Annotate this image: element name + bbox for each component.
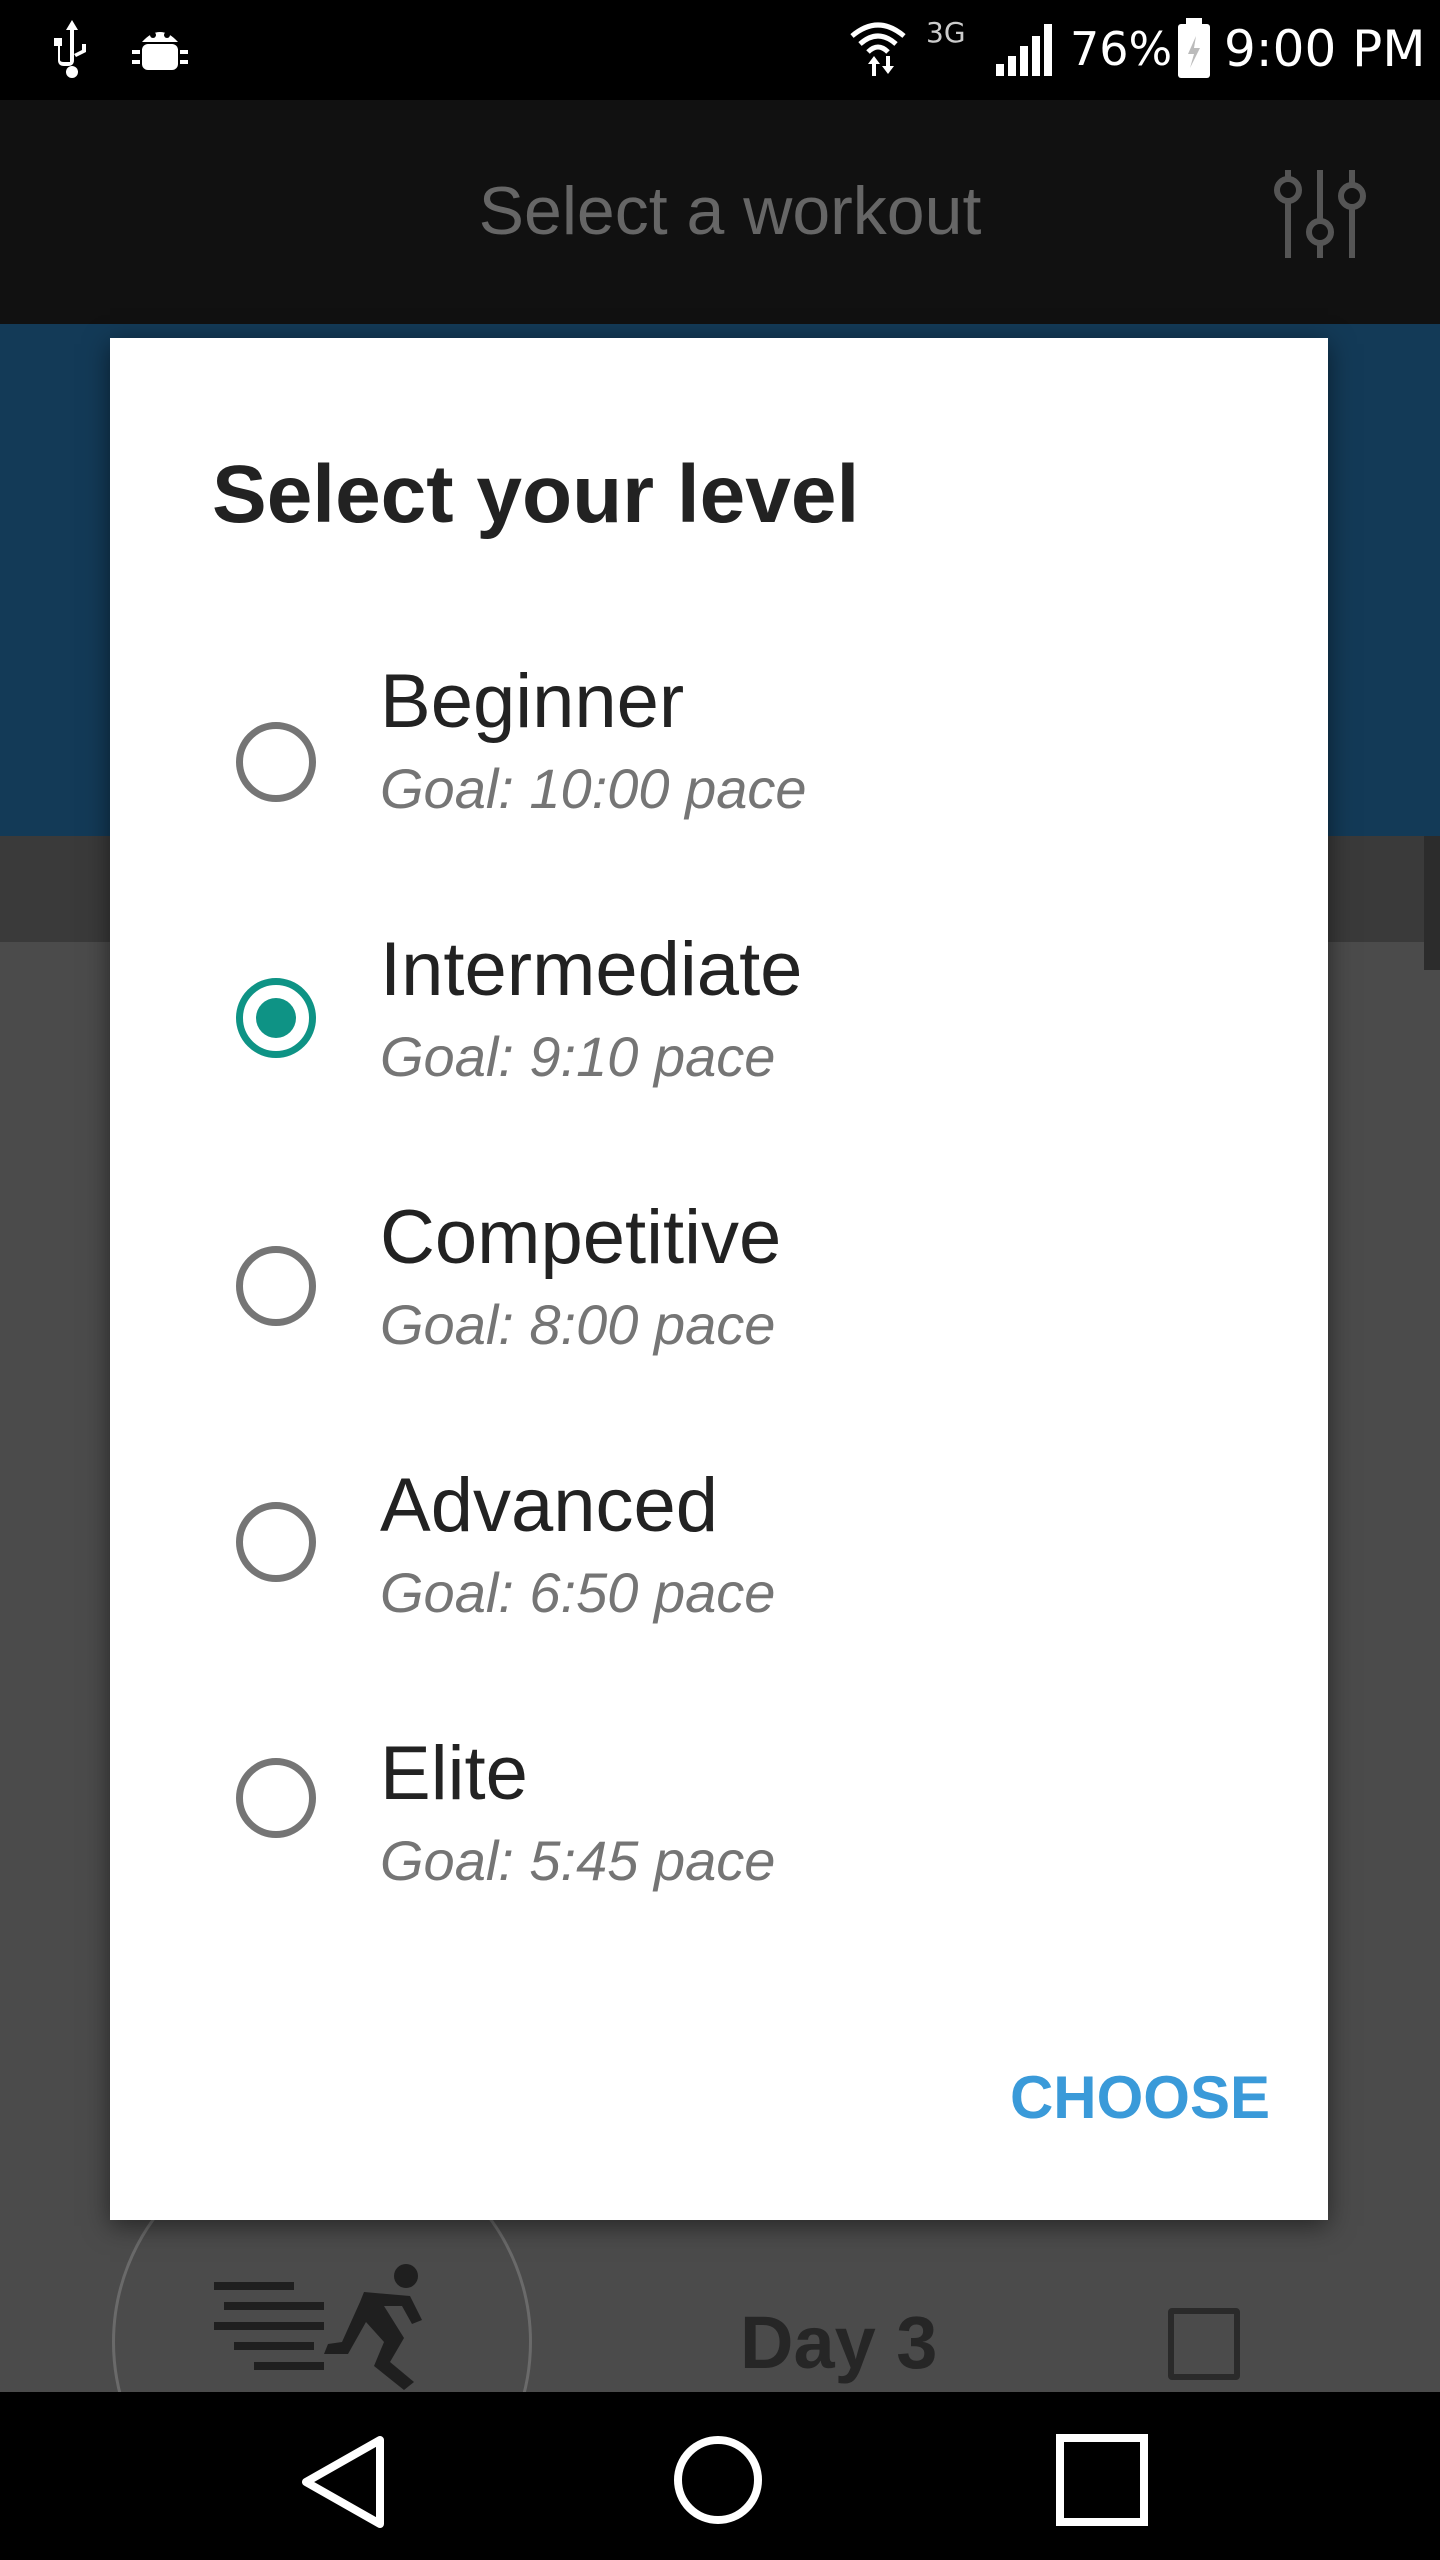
scroll-indicator	[1424, 836, 1440, 970]
select-level-dialog: Select your level Beginner Goal: 10:00 p…	[110, 338, 1328, 2220]
home-icon	[674, 2436, 762, 2524]
radio-button[interactable]	[236, 722, 316, 802]
android-debug-icon	[132, 32, 188, 70]
level-goal: Goal: 10:00 pace	[380, 757, 807, 820]
level-name: Elite	[380, 1731, 528, 1816]
filter-settings-icon[interactable]	[1272, 166, 1368, 262]
app-bar: Select a workout	[0, 100, 1440, 324]
level-option-advanced[interactable]: Advanced Goal: 6:50 pace	[110, 1432, 1328, 1700]
level-name: Beginner	[380, 659, 685, 744]
level-name: Competitive	[380, 1195, 782, 1280]
signal-icon	[996, 24, 1052, 76]
recents-button[interactable]	[1000, 2392, 1200, 2560]
back-icon	[302, 2436, 384, 2528]
back-button[interactable]	[244, 2392, 444, 2560]
home-button[interactable]	[620, 2392, 820, 2560]
network-type-label: 3G	[926, 16, 966, 49]
radio-button[interactable]	[236, 1246, 316, 1326]
day-label: Day 3	[740, 2301, 938, 2384]
level-goal: Goal: 5:45 pace	[380, 1829, 776, 1892]
usb-icon	[54, 20, 86, 78]
radio-button-selected[interactable]	[236, 978, 316, 1058]
level-option-competitive[interactable]: Competitive Goal: 8:00 pace	[110, 1164, 1328, 1432]
runner-icon	[214, 2264, 422, 2390]
level-name: Intermediate	[380, 927, 803, 1012]
status-bar: 3G 76% 9:00 PM	[0, 0, 1440, 100]
level-goal: Goal: 9:10 pace	[380, 1025, 776, 1088]
day-complete-checkbox[interactable]	[1168, 2308, 1240, 2380]
level-option-intermediate[interactable]: Intermediate Goal: 9:10 pace	[110, 896, 1328, 1164]
battery-percent: 76%	[1070, 22, 1173, 76]
level-goal: Goal: 6:50 pace	[380, 1561, 776, 1624]
radio-button[interactable]	[236, 1758, 316, 1838]
choose-button[interactable]: CHOOSE	[970, 2038, 1270, 2158]
clock: 9:00 PM	[1224, 20, 1426, 78]
navigation-bar	[0, 2392, 1440, 2560]
level-goal: Goal: 8:00 pace	[380, 1293, 776, 1356]
recents-icon	[1056, 2434, 1148, 2526]
level-option-elite[interactable]: Elite Goal: 5:45 pace	[110, 1700, 1328, 1968]
page-title: Select a workout	[478, 173, 982, 249]
level-name: Advanced	[380, 1463, 719, 1548]
dialog-title: Select your level	[212, 449, 860, 540]
wifi-icon	[850, 22, 906, 76]
radio-button[interactable]	[236, 1502, 316, 1582]
level-option-beginner[interactable]: Beginner Goal: 10:00 pace	[110, 628, 1328, 896]
battery-charging-icon	[1178, 18, 1210, 78]
